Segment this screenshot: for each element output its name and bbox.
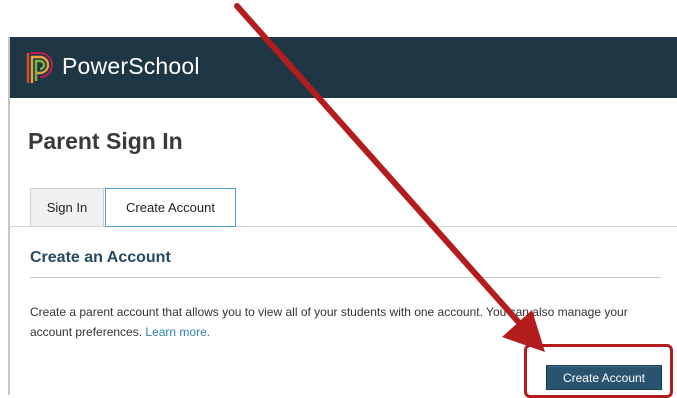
powerschool-logo-icon <box>26 52 53 83</box>
app-header: PowerSchool <box>10 37 677 98</box>
create-account-button[interactable]: Create Account <box>546 365 662 390</box>
section-divider <box>30 277 661 278</box>
learn-more-link[interactable]: Learn more. <box>145 325 210 339</box>
brand-name: PowerSchool <box>62 53 200 79</box>
section-description: Create a parent account that allows you … <box>30 302 660 342</box>
tab-sign-in[interactable]: Sign In <box>30 188 104 226</box>
section-title: Create an Account <box>30 249 171 266</box>
description-text: Create a parent account that allows you … <box>30 305 628 339</box>
tab-create-account[interactable]: Create Account <box>105 188 236 227</box>
page-title: Parent Sign In <box>28 128 183 154</box>
